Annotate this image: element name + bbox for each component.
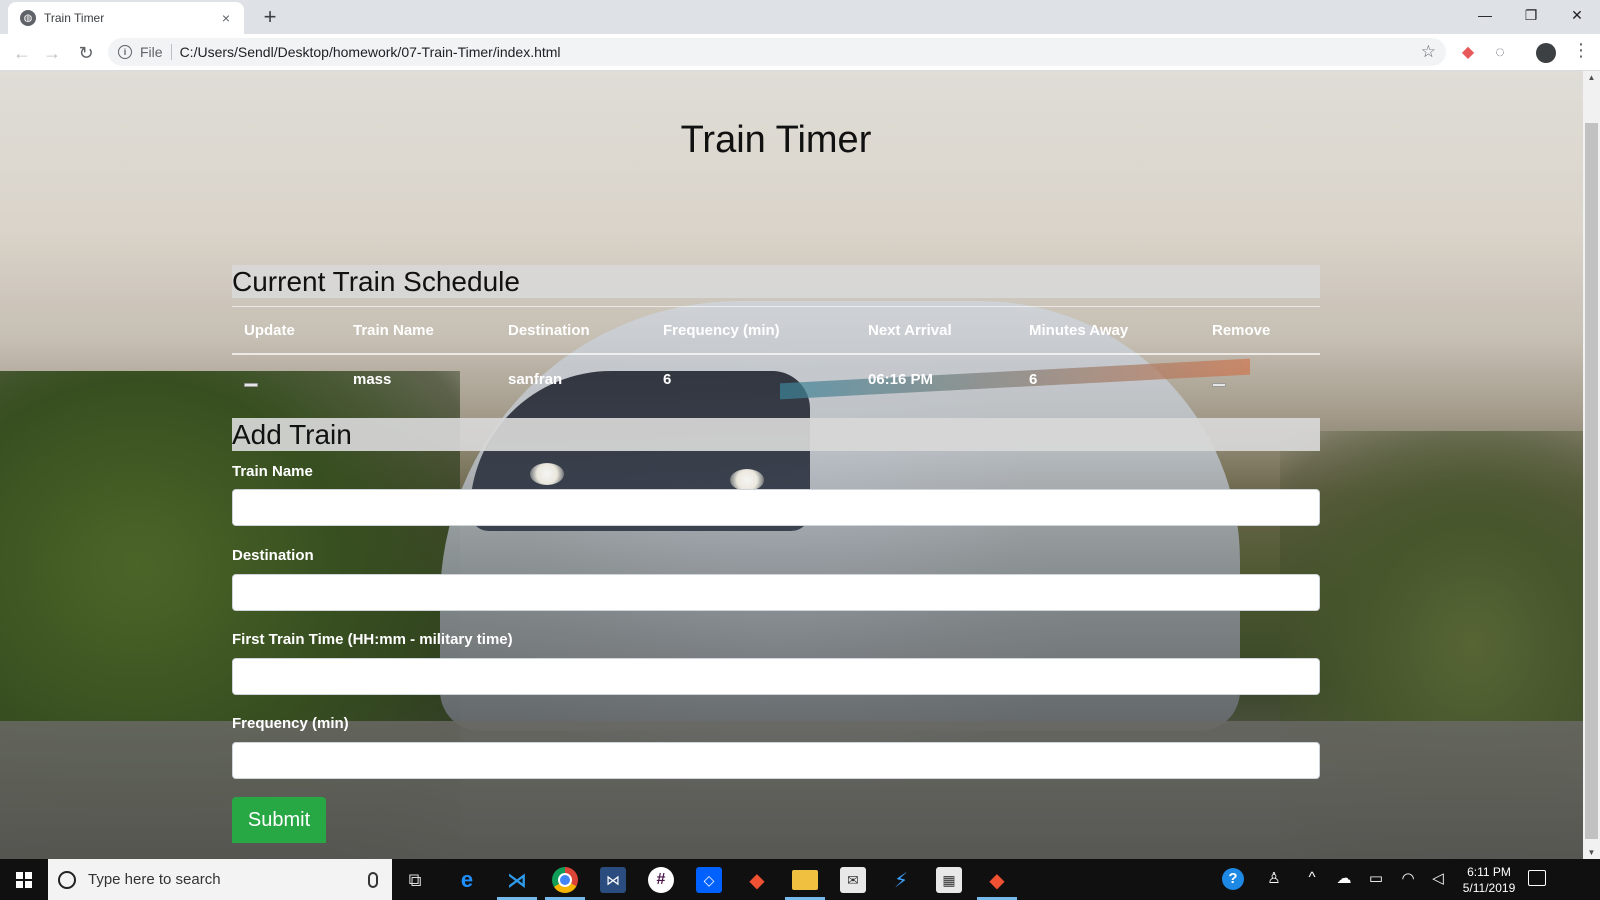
dropbox-icon[interactable]: ◇ [696, 867, 722, 893]
minimize-icon[interactable]: — [1462, 0, 1508, 30]
reload-icon[interactable]: ↻ [74, 41, 98, 65]
clock-date: 5/11/2019 [1462, 881, 1516, 895]
onedrive-cloud-icon[interactable]: ☁ [1334, 869, 1354, 887]
git-gui-icon[interactable]: ◆ [984, 867, 1010, 893]
bookmark-star-icon[interactable]: ☆ [1421, 42, 1436, 62]
visual-studio-code-insiders-icon[interactable]: ⚡ [888, 867, 914, 893]
chevron-up-icon[interactable]: ^ [1302, 869, 1322, 886]
page-scrollbar[interactable]: ▲ ▼ [1583, 71, 1600, 859]
scrollbar-thumb[interactable] [1585, 123, 1598, 839]
taskbar-clock[interactable]: 6:11 PM 5/11/2019 [1452, 864, 1526, 896]
cortana-icon [58, 870, 76, 889]
cell-train-name: mass [353, 371, 392, 388]
vscode-icon[interactable]: ⋊ [504, 867, 530, 893]
globe-icon: ◍ [20, 10, 36, 26]
battery-icon[interactable]: ▭ [1366, 869, 1386, 887]
close-tab-icon[interactable]: × [218, 10, 234, 26]
info-icon[interactable]: i [118, 45, 132, 59]
microphone-icon[interactable] [368, 871, 378, 888]
help-icon[interactable]: ? [1222, 868, 1244, 890]
address-separator [170, 44, 172, 60]
schedule-header: Current Train Schedule [232, 265, 1320, 298]
train-name-label: Train Name [232, 463, 313, 480]
cell-minutes-away: 6 [1029, 371, 1038, 388]
extension-icon[interactable]: ◌ [1490, 43, 1510, 63]
destination-label: Destination [232, 547, 314, 564]
start-button[interactable] [0, 859, 48, 900]
new-tab-button[interactable]: + [258, 5, 282, 29]
column-header-destination: Destination [508, 322, 590, 339]
url-text[interactable]: C:/Users/Sendl/Desktop/homework/07-Train… [180, 44, 561, 60]
git-icon[interactable]: ◆ [744, 867, 770, 893]
store-icon[interactable]: ▦ [936, 867, 962, 893]
frequency-input[interactable] [232, 742, 1320, 779]
scroll-down-arrow-icon[interactable]: ▼ [1583, 848, 1600, 857]
cell-frequency: 6 [663, 371, 672, 388]
wifi-icon[interactable]: ◠ [1398, 869, 1418, 887]
visual-studio-icon[interactable]: ⋈ [600, 867, 626, 893]
mail-icon[interactable]: ✉ [840, 867, 866, 893]
browser-menu-icon[interactable]: ⋮ [1572, 40, 1590, 61]
submit-button[interactable]: Submit [232, 797, 326, 843]
add-train-header: Add Train [232, 418, 1320, 451]
task-view-icon[interactable]: ⧉ [402, 867, 428, 893]
column-header-minutes-away: Minutes Away [1029, 322, 1129, 339]
cell-destination: sanfran [508, 371, 563, 388]
address-bar[interactable]: i File C:/Users/Sendl/Desktop/homework/0… [108, 38, 1446, 66]
column-header-next-arrival: Next Arrival [868, 322, 952, 339]
back-arrow-icon[interactable]: ← [10, 41, 34, 65]
remove-button[interactable] [1212, 383, 1226, 387]
browser-tab[interactable]: ◍ Train Timer × [8, 2, 244, 34]
browser-tab-strip: ◍ Train Timer × + — ❐ ✕ [0, 0, 1600, 34]
windows-logo-icon [16, 871, 32, 888]
page-title: Train Timer [680, 119, 872, 161]
people-icon[interactable]: ♙ [1264, 869, 1284, 887]
window-close-icon[interactable]: ✕ [1554, 0, 1600, 30]
train-name-input[interactable] [232, 489, 1320, 526]
clock-time: 6:11 PM [1467, 865, 1511, 879]
taskbar-search-placeholder: Type here to search [88, 871, 221, 888]
url-scheme: File [140, 44, 163, 60]
notification-center-icon[interactable] [1528, 870, 1546, 886]
profile-avatar[interactable] [1536, 43, 1556, 63]
edge-icon[interactable]: e [454, 867, 480, 893]
restore-icon[interactable]: ❐ [1508, 0, 1554, 30]
destination-input[interactable] [232, 574, 1320, 611]
page-content: Train Timer Current Train Schedule Updat… [232, 71, 1320, 859]
page-viewport: Train Timer Current Train Schedule Updat… [0, 71, 1583, 859]
column-header-train-name: Train Name [353, 322, 434, 339]
slack-icon[interactable]: # [648, 867, 674, 893]
file-explorer-icon[interactable] [792, 870, 818, 890]
column-header-update: Update [244, 322, 295, 339]
first-train-time-input[interactable] [232, 658, 1320, 695]
cell-next-arrival: 06:16 PM [868, 371, 934, 388]
table-header-row: Update Train Name Destination Frequency … [232, 306, 1320, 355]
frequency-label: Frequency (min) [232, 715, 349, 732]
taskbar-search-box[interactable]: Type here to search [48, 859, 392, 900]
column-header-remove: Remove [1212, 322, 1271, 339]
browser-toolbar: ← → ↻ i File C:/Users/Sendl/Desktop/home… [0, 34, 1600, 71]
update-button[interactable] [244, 383, 258, 387]
first-train-time-label: First Train Time (HH:mm - military time) [232, 631, 513, 648]
forward-arrow-icon[interactable]: → [40, 41, 64, 65]
extension-icon[interactable]: ◆ [1458, 43, 1478, 63]
scroll-up-arrow-icon[interactable]: ▲ [1583, 73, 1600, 82]
table-row: mass sanfran 6 06:16 PM 6 [232, 355, 1320, 403]
volume-muted-icon[interactable]: ◁ [1428, 869, 1448, 887]
tab-title: Train Timer [44, 11, 105, 25]
chrome-icon[interactable] [552, 867, 578, 893]
windows-taskbar: Type here to search ⧉ e ⋊ ⋈ # ◇ ◆ ✉ ⚡ ▦ … [0, 859, 1600, 900]
column-header-frequency: Frequency (min) [663, 322, 780, 339]
